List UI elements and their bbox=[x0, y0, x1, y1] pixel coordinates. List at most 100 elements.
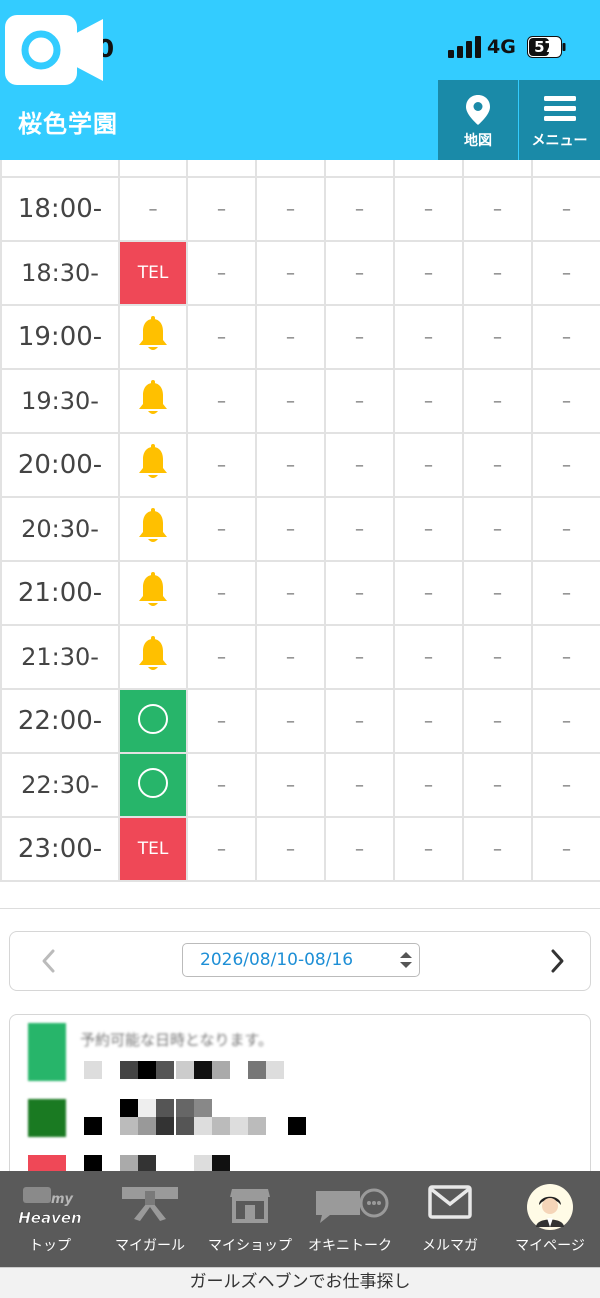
mosaic-block bbox=[120, 1061, 138, 1079]
dash-mark: – bbox=[562, 582, 571, 604]
mosaic-block bbox=[194, 1099, 212, 1117]
network-label: 4G bbox=[487, 36, 516, 58]
circle-available-icon bbox=[136, 704, 170, 740]
shop-name: 桜色学園 bbox=[18, 110, 118, 138]
dash-mark: – bbox=[562, 454, 571, 476]
dash-mark: – bbox=[424, 838, 433, 860]
dash-mark: – bbox=[424, 710, 433, 732]
dash-mark: – bbox=[493, 390, 502, 412]
slot-unavailable: – bbox=[531, 240, 600, 306]
map-button[interactable]: 地図 bbox=[438, 80, 518, 160]
dash-mark: – bbox=[217, 390, 226, 412]
slot-unavailable: – bbox=[324, 816, 395, 882]
job-search-banner[interactable]: ガールズヘブンでお仕事探し bbox=[0, 1267, 600, 1298]
slot-unavailable: – bbox=[393, 240, 464, 306]
slot-tel[interactable]: TEL bbox=[118, 816, 188, 882]
dash-mark: – bbox=[562, 262, 571, 284]
schedule-grid: 18:00- – – – – – – – 18:30- TEL – – – – – – 19:00- – – – – – –… bbox=[0, 160, 600, 909]
time-text: 20:00- bbox=[17, 450, 103, 480]
slot-notify[interactable] bbox=[118, 496, 188, 562]
dash-mark: – bbox=[493, 710, 502, 732]
schedule-row: 19:00- – – – – – – bbox=[0, 304, 600, 370]
slot-unavailable: – bbox=[393, 304, 464, 370]
time-text: 22:00- bbox=[17, 706, 103, 736]
dash-mark: – bbox=[493, 326, 502, 348]
dash-mark: – bbox=[217, 454, 226, 476]
dash-mark: – bbox=[355, 646, 364, 668]
slot-available[interactable] bbox=[118, 688, 188, 754]
nav-item-mail-magazine[interactable]: メルマガ bbox=[400, 1171, 500, 1267]
nav-item-okini-talk[interactable]: オキニトーク bbox=[300, 1171, 400, 1267]
bottom-navigation: my Heaven トップ マイガール マイショップ オキニトーク メルマガ マ… bbox=[0, 1171, 600, 1267]
nav-label-okini-talk: オキニトーク bbox=[308, 1238, 392, 1254]
time-label: 21:30- bbox=[0, 624, 120, 690]
dash-mark: – bbox=[286, 454, 295, 476]
time-label: 20:00- bbox=[0, 432, 120, 498]
slot-unavailable: – bbox=[324, 496, 395, 562]
slot-unavailable: – bbox=[255, 624, 326, 690]
slot-unavailable: – bbox=[186, 368, 257, 434]
chevron-left-icon[interactable] bbox=[34, 946, 64, 976]
time-label: 22:30- bbox=[0, 752, 120, 818]
slot-notify[interactable] bbox=[118, 304, 188, 370]
mosaic-block bbox=[138, 1099, 156, 1117]
slot-unavailable: – bbox=[186, 176, 257, 242]
slot-unavailable: – bbox=[462, 752, 533, 818]
nav-item-top[interactable]: my Heaven トップ bbox=[0, 1171, 100, 1267]
chevron-right-icon[interactable] bbox=[542, 946, 572, 976]
mosaic-block bbox=[266, 1061, 284, 1079]
menu-button[interactable]: メニュー bbox=[519, 80, 600, 160]
dash-mark: – bbox=[562, 774, 571, 796]
mail-icon bbox=[428, 1185, 472, 1219]
nav-item-my-girl[interactable]: マイガール bbox=[100, 1171, 200, 1267]
time-text: 18:30- bbox=[21, 259, 99, 287]
slot-notify[interactable] bbox=[118, 560, 188, 626]
slot-notify[interactable] bbox=[118, 368, 188, 434]
dash-mark: – bbox=[355, 262, 364, 284]
legend-note: 予約可能な日時となります。 bbox=[80, 1031, 274, 1049]
schedule-row: 20:30- – – – – – – bbox=[0, 496, 600, 562]
slot-unavailable: – bbox=[462, 304, 533, 370]
time-text: 21:00- bbox=[17, 578, 103, 608]
slot-unavailable: – bbox=[393, 624, 464, 690]
slot-unavailable: – bbox=[462, 560, 533, 626]
slot-unavailable: – bbox=[255, 496, 326, 562]
mosaic-block bbox=[176, 1099, 194, 1117]
dash-mark: – bbox=[148, 198, 158, 220]
slot-available[interactable] bbox=[118, 752, 188, 818]
time-label: 20:30- bbox=[0, 496, 120, 562]
slot-unavailable: – bbox=[186, 432, 257, 498]
dash-mark: – bbox=[424, 646, 433, 668]
schedule-row: 23:00- TEL – – – – – – bbox=[0, 816, 600, 882]
dash-mark: – bbox=[286, 198, 295, 220]
nav-item-my-shop[interactable]: マイショップ bbox=[200, 1171, 300, 1267]
dash-mark: – bbox=[355, 390, 364, 412]
mosaic-block bbox=[248, 1117, 266, 1135]
mosaic-block bbox=[248, 1061, 266, 1079]
screen-record-icon bbox=[5, 15, 103, 85]
slot-unavailable: – bbox=[324, 368, 395, 434]
time-text: 22:30- bbox=[21, 771, 99, 799]
schedule-row: 18:30- TEL – – – – – – bbox=[0, 240, 600, 306]
slot-unavailable: – bbox=[462, 624, 533, 690]
dash-mark: – bbox=[493, 518, 502, 540]
slot-unavailable: – bbox=[324, 560, 395, 626]
schedule-row: 22:30- – – – – – – bbox=[0, 752, 600, 818]
slot-notify[interactable] bbox=[118, 432, 188, 498]
slot-unavailable: – bbox=[186, 240, 257, 306]
slot-unavailable: – bbox=[324, 240, 395, 306]
nav-label-my-page: マイページ bbox=[515, 1238, 585, 1254]
nav-item-my-page[interactable]: マイページ bbox=[500, 1171, 600, 1267]
dash-mark: – bbox=[424, 326, 433, 348]
schedule-cell-partial bbox=[462, 160, 533, 178]
dash-mark: – bbox=[286, 518, 295, 540]
slot-unavailable: – bbox=[393, 176, 464, 242]
schedule-table: 18:00- – – – – – – – 18:30- TEL – – – – – – 19:00- – – – – – –… bbox=[0, 160, 600, 882]
week-select[interactable]: 2026/08/10-08/16 bbox=[182, 943, 420, 977]
mosaic-block bbox=[288, 1117, 306, 1135]
nav-label-my-shop: マイショップ bbox=[208, 1238, 292, 1254]
mosaic-block bbox=[176, 1061, 194, 1079]
slot-notify[interactable] bbox=[118, 624, 188, 690]
dash-mark: – bbox=[493, 262, 502, 284]
slot-tel[interactable]: TEL bbox=[118, 240, 188, 306]
